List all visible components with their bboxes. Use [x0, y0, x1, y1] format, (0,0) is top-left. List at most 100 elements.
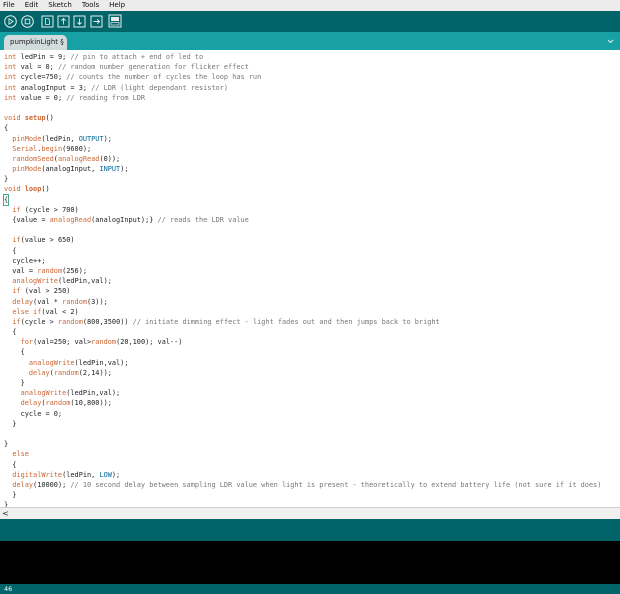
code-token: analogRead — [49, 216, 92, 224]
tab-pumpkinlight[interactable]: pumpkinLight § — [4, 35, 67, 50]
code-line: cycle = 0; — [4, 409, 601, 419]
upload-button[interactable] — [90, 15, 103, 28]
code-token: analogWrite — [4, 277, 58, 286]
code-line: delay(random(10,800)); — [4, 398, 601, 408]
code-line: if (val > 250) — [4, 286, 601, 296]
status-area — [0, 519, 620, 541]
save-button[interactable] — [73, 15, 86, 28]
code-token: // pin to attach + end of led to — [70, 53, 204, 61]
line-number: 46 — [4, 585, 13, 593]
code-token: (9600); — [62, 144, 92, 153]
code-token: cycle = 0; — [4, 409, 63, 418]
code-token: () — [45, 114, 54, 123]
code-token: randomSeed — [4, 154, 54, 163]
menu-edit[interactable]: Edit — [25, 0, 39, 11]
code-line: val = random(256); — [4, 266, 601, 276]
code-token: analogInput = 3; — [20, 83, 92, 92]
code-token: (10,800)); — [70, 399, 112, 408]
code-token: random — [45, 399, 71, 408]
code-line: { — [4, 347, 601, 357]
code-token: if — [12, 236, 21, 245]
code-token: { — [4, 348, 25, 357]
code-line: { — [4, 123, 601, 133]
serial-monitor-icon — [108, 14, 122, 28]
code-text: int ledPin = 9; // pin to attach + end o… — [2, 52, 601, 507]
code-token: else if — [12, 307, 42, 316]
code-token: val = — [4, 266, 38, 275]
code-line: { — [4, 460, 601, 470]
code-editor[interactable]: int ledPin = 9; // pin to attach + end o… — [0, 50, 620, 507]
code-token: } — [4, 419, 17, 428]
code-token: int — [4, 63, 21, 72]
save-icon — [73, 15, 86, 28]
code-token: (val=250; val> — [33, 338, 92, 347]
open-icon — [57, 15, 70, 28]
code-token: loop — [24, 185, 42, 194]
scroll-left-icon[interactable]: < — [1, 509, 10, 518]
code-token: // initiate dimming effect - light fades… — [132, 317, 440, 326]
upload-icon — [90, 15, 103, 28]
code-token: value = 0; — [20, 93, 67, 102]
code-token: (3)); — [87, 297, 108, 306]
open-button[interactable] — [57, 15, 70, 28]
code-line: int cycle=750; // counts the number of c… — [4, 72, 601, 82]
stop-button[interactable] — [21, 15, 34, 28]
code-token: pinMode — [4, 134, 42, 143]
code-line: } — [4, 500, 601, 507]
new-button[interactable] — [41, 15, 54, 28]
code-token: random — [57, 317, 83, 326]
stop-icon — [21, 15, 34, 28]
code-token: analogWrite — [4, 389, 67, 398]
menu-sketch[interactable]: Sketch — [48, 0, 72, 11]
code-line: analogWrite(ledPin,val); — [4, 388, 601, 398]
code-token: { — [4, 124, 9, 133]
code-line: } — [4, 378, 601, 388]
code-line: } — [4, 490, 601, 500]
code-line: randomSeed(analogRead(0)); — [4, 154, 601, 164]
code-token: { — [2, 193, 10, 206]
verify-button[interactable] — [4, 15, 17, 28]
code-token: (value > 650) — [20, 236, 75, 245]
code-token: () — [41, 185, 50, 194]
code-line: for(val=250; val>random(20,100); val--) — [4, 337, 601, 347]
menu-help[interactable]: Help — [109, 0, 125, 11]
code-token: (ledPin,val); — [57, 277, 112, 286]
menu-tools[interactable]: Tools — [82, 0, 99, 11]
code-token: { — [4, 246, 17, 255]
code-token: (ledPin, — [62, 470, 100, 479]
code-token: INPUT — [99, 165, 121, 174]
toolbar — [0, 11, 620, 32]
serial-monitor-button[interactable] — [108, 14, 122, 28]
code-token: analogWrite — [4, 358, 75, 367]
code-token: int — [4, 73, 21, 82]
code-token: cycle=750; — [20, 73, 67, 82]
code-line: delay(val * random(3)); — [4, 297, 601, 307]
code-token: } — [4, 440, 9, 449]
code-token: (ledPin,val); — [66, 389, 121, 398]
code-line: delay(random(2,14)); — [4, 368, 601, 378]
code-token: for — [20, 338, 34, 347]
code-token: (cycle > — [20, 317, 58, 326]
code-token: random — [53, 368, 79, 377]
code-line: Serial.begin(9600); — [4, 144, 601, 154]
horizontal-scrollbar[interactable]: < — [0, 507, 620, 519]
code-token: (0)); — [99, 154, 121, 163]
code-token: (800,3500)) — [82, 317, 133, 326]
code-token: (20,100); val--) — [116, 338, 183, 347]
code-token: int — [4, 93, 21, 102]
code-line: analogWrite(ledPin,val); — [4, 358, 601, 368]
code-token: (val < 2) — [41, 307, 79, 316]
code-line: if(cycle > random(800,3500)) // initiate… — [4, 317, 601, 327]
code-line: else — [4, 449, 601, 459]
menu-file[interactable]: File — [3, 0, 15, 11]
code-token: int — [4, 53, 21, 61]
tab-menu-icon[interactable] — [605, 36, 616, 47]
code-token: // counts the number of cycles the loop … — [66, 73, 262, 82]
code-line: { — [4, 327, 601, 337]
menu-bar: File Edit Sketch Tools Help — [0, 0, 620, 11]
console-output — [0, 541, 620, 584]
code-token: (ledPin, — [41, 134, 79, 143]
code-line: void setup() — [4, 113, 601, 123]
